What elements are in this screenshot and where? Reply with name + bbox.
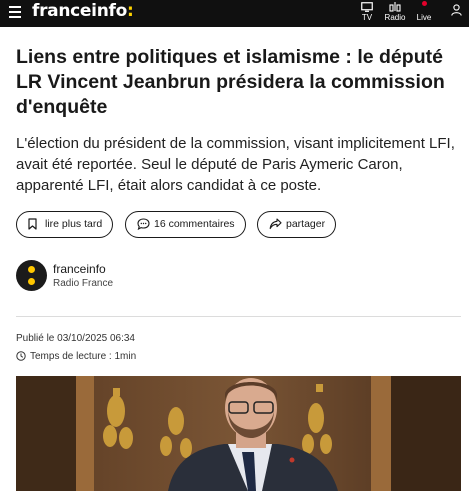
article-lead: L'élection du président de la commission… [16, 135, 455, 194]
nav-tv-label: TV [361, 13, 373, 22]
nav-radio-label: Radio [384, 13, 406, 22]
share-label: partager [286, 218, 326, 230]
account-button[interactable] [449, 0, 463, 27]
read-later-label: lire plus tard [45, 218, 103, 230]
share-icon [269, 218, 282, 230]
divider [16, 316, 461, 317]
tv-icon [361, 2, 373, 12]
logo-text: franceinfo [32, 1, 127, 21]
top-bar: franceinfo: TV Radio Live [0, 0, 469, 27]
nav-live-label: Live [416, 13, 432, 22]
nav-live-button[interactable]: Live [414, 0, 434, 27]
comment-icon [137, 218, 150, 230]
read-later-button[interactable]: lire plus tard [16, 211, 114, 238]
reading-time-label: Temps de lecture : 1min [30, 351, 137, 362]
author-name[interactable]: franceinfo [53, 262, 106, 276]
live-icon [422, 1, 427, 6]
radio-icon [389, 2, 401, 12]
reading-time: Temps de lecture : 1min [16, 351, 136, 362]
share-button[interactable]: partager [257, 211, 337, 238]
clock-icon [16, 351, 26, 361]
publication-date: Publié le 03/10/2025 06:34 [16, 333, 135, 344]
user-icon [450, 4, 462, 16]
author-organization: Radio France [53, 278, 114, 289]
menu-icon[interactable] [9, 6, 21, 18]
franceinfo-logo[interactable]: franceinfo: [32, 1, 134, 21]
nav-tv-button[interactable]: TV [357, 0, 377, 27]
author-avatar[interactable] [16, 260, 47, 291]
article-photo [16, 376, 461, 491]
logo-colon: : [126, 1, 134, 21]
article-title: Liens entre politiques et islamisme : le… [16, 46, 445, 118]
comments-button[interactable]: 16 commentaires [125, 211, 246, 238]
comments-label: 16 commentaires [154, 218, 235, 230]
nav-radio-button[interactable]: Radio [382, 0, 408, 27]
bookmark-icon [28, 218, 37, 230]
